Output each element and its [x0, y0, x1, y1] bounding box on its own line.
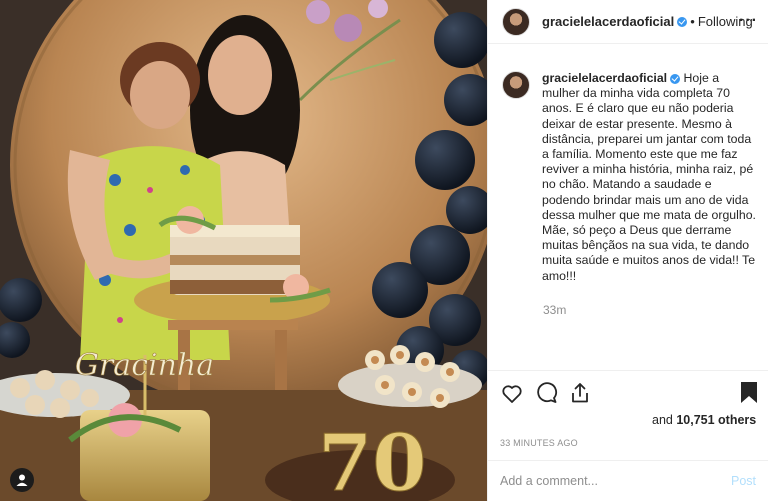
comment-input[interactable]	[500, 474, 731, 488]
caption-body: Hoje a mulher da minha vida completa 70 …	[542, 71, 756, 283]
heart-icon[interactable]	[500, 381, 524, 410]
cake-number-text: 70	[318, 418, 427, 501]
share-icon[interactable]	[568, 381, 592, 410]
caption-avatar[interactable]	[502, 71, 530, 99]
comment-icon[interactable]	[534, 381, 558, 410]
caption-text: gracielelacerdaoficial Hoje a mulher da …	[542, 71, 760, 284]
header-username[interactable]: gracielelacerdaoficial	[542, 14, 674, 29]
post-header: gracielelacerdaoficial • Following ···	[488, 0, 768, 44]
verified-badge-icon	[677, 16, 688, 27]
avatar[interactable]	[502, 7, 530, 36]
likes-prefix: and	[652, 413, 677, 427]
separator-dot: •	[690, 14, 695, 29]
caption-time[interactable]: 33m	[543, 303, 566, 317]
likes-count[interactable]: 10,751 others	[676, 413, 756, 427]
post-photo[interactable]: Gracinha 70	[0, 0, 487, 501]
user-icon[interactable]	[10, 468, 34, 492]
action-bar	[487, 370, 768, 416]
bookmark-icon[interactable]	[740, 381, 758, 410]
post-timestamp[interactable]: 33 MINUTES AGO	[500, 438, 578, 448]
photo-illustration: Gracinha 70	[0, 0, 487, 501]
caption-verified-icon	[670, 73, 681, 84]
likes-summary: and 10,751 others	[652, 413, 756, 427]
cake-topper-text: Gracinha	[75, 348, 214, 383]
post-button[interactable]: Post	[731, 474, 756, 488]
more-icon[interactable]: ···	[739, 12, 758, 30]
caption-username[interactable]: gracielelacerdaoficial	[542, 71, 667, 85]
caption-block: gracielelacerdaoficial Hoje a mulher da …	[502, 71, 760, 284]
comment-bar: Post	[487, 460, 768, 501]
